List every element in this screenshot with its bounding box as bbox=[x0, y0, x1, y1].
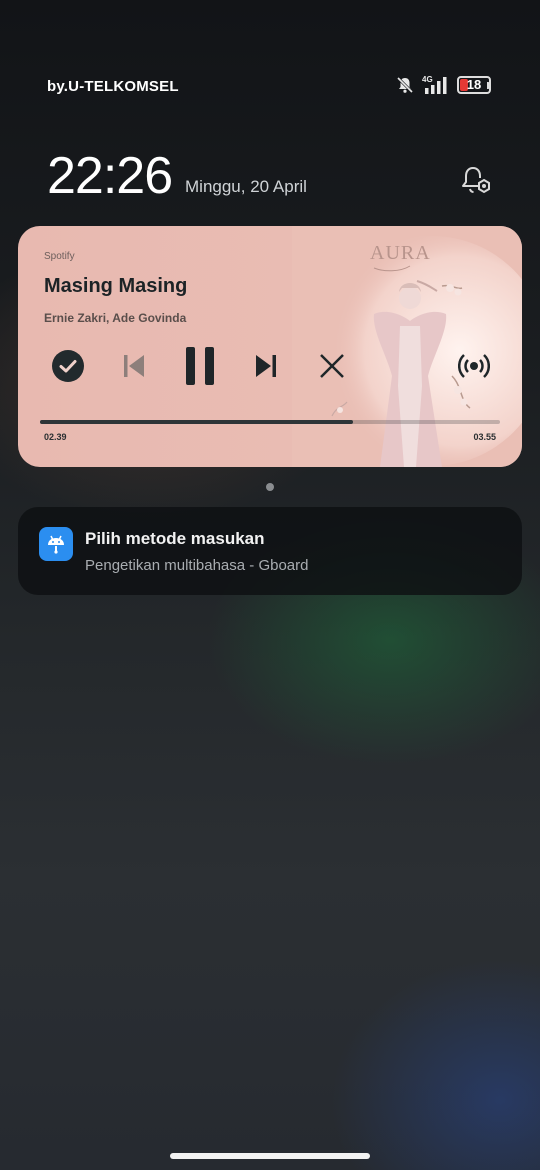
track-artist: Ernie Zakri, Ade Govinda bbox=[44, 311, 187, 325]
close-icon bbox=[320, 354, 344, 378]
media-player-card[interactable]: AURA Spotify Masing Masing Ernie Zakri, … bbox=[18, 226, 522, 467]
mute-icon bbox=[395, 75, 415, 95]
battery-body: 18 bbox=[457, 76, 491, 94]
page-indicator-dot bbox=[266, 483, 274, 491]
lockscreen-clock: 22:26 bbox=[47, 147, 173, 205]
pause-icon bbox=[186, 347, 214, 385]
notification-settings-icon[interactable] bbox=[458, 163, 494, 199]
media-app-name: Spotify bbox=[44, 251, 75, 262]
time-elapsed: 02.39 bbox=[44, 432, 67, 442]
saved-check-icon bbox=[52, 350, 84, 382]
pause-button[interactable] bbox=[180, 346, 220, 386]
notification-text: Pengetikan multibahasa - Gboard bbox=[85, 557, 309, 574]
progress-bar[interactable] bbox=[40, 420, 500, 424]
previous-icon bbox=[124, 355, 144, 377]
notification-title: Pilih metode masukan bbox=[85, 529, 265, 548]
saved-check-button[interactable] bbox=[48, 346, 88, 386]
battery-level: 18 bbox=[466, 77, 482, 92]
track-title: Masing Masing bbox=[44, 275, 188, 297]
progress-fill bbox=[40, 420, 353, 424]
previous-button[interactable] bbox=[114, 346, 154, 386]
network-type-label: 4G bbox=[422, 75, 433, 84]
close-media-button[interactable] bbox=[312, 346, 352, 386]
android-icon bbox=[39, 527, 73, 561]
output-device-button[interactable] bbox=[454, 346, 494, 386]
broadcast-icon bbox=[458, 354, 490, 378]
album-title-text: AURA bbox=[370, 242, 431, 264]
carrier-name: by.U-TELKOMSEL bbox=[47, 78, 179, 95]
status-bar bbox=[0, 0, 540, 60]
lockscreen-date: Minggu, 20 April bbox=[185, 177, 307, 196]
next-icon bbox=[256, 355, 276, 377]
status-icons: 4G 18 bbox=[395, 75, 491, 95]
time-total: 03.55 bbox=[473, 432, 496, 442]
next-button[interactable] bbox=[246, 346, 286, 386]
signal-icon: 4G bbox=[421, 75, 451, 95]
battery-icon: 18 bbox=[457, 76, 491, 94]
notification-card[interactable]: Pilih metode masukan Pengetikan multibah… bbox=[18, 507, 522, 595]
home-indicator[interactable] bbox=[170, 1153, 370, 1159]
